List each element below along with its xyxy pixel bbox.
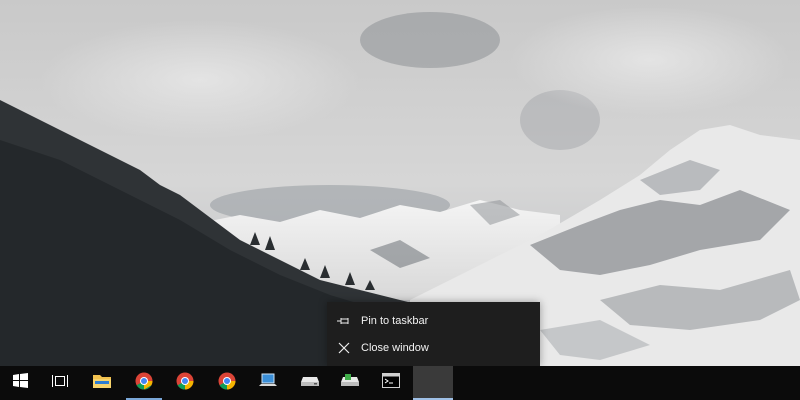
pin-to-taskbar-label: Pin to taskbar (361, 315, 429, 327)
drive-icon (300, 374, 320, 392)
file-explorer-button[interactable] (82, 366, 122, 400)
file-explorer-icon (93, 373, 111, 393)
drive-green-button[interactable] (330, 366, 370, 400)
command-prompt-icon (382, 373, 400, 393)
close-window-label: Close window (361, 342, 429, 354)
taskbar (0, 366, 800, 400)
pin-icon (327, 316, 361, 326)
close-window-menu-item[interactable]: Close window (327, 334, 540, 362)
chrome-button-3[interactable] (207, 366, 247, 400)
laptop-app-icon (258, 373, 278, 394)
command-prompt-button[interactable] (371, 366, 411, 400)
windows-start-icon (12, 373, 28, 393)
chrome-icon (218, 372, 236, 395)
pin-to-taskbar-menu-item[interactable]: Pin to taskbar (327, 307, 540, 335)
chrome-button-2[interactable] (165, 366, 205, 400)
taskbar-jump-list: Pin to taskbar Close window (327, 302, 540, 366)
start-button[interactable] (0, 366, 40, 400)
blank-window-icon (424, 372, 442, 395)
chrome-icon (135, 372, 153, 395)
chrome-button-1[interactable] (124, 366, 164, 400)
task-view-button[interactable] (40, 366, 80, 400)
active-window-button[interactable] (413, 366, 453, 400)
chrome-icon (176, 372, 194, 395)
drive-button[interactable] (290, 366, 330, 400)
laptop-app-button[interactable] (248, 366, 288, 400)
task-view-icon (52, 374, 68, 393)
close-icon (327, 342, 361, 354)
drive-green-icon (340, 373, 360, 393)
